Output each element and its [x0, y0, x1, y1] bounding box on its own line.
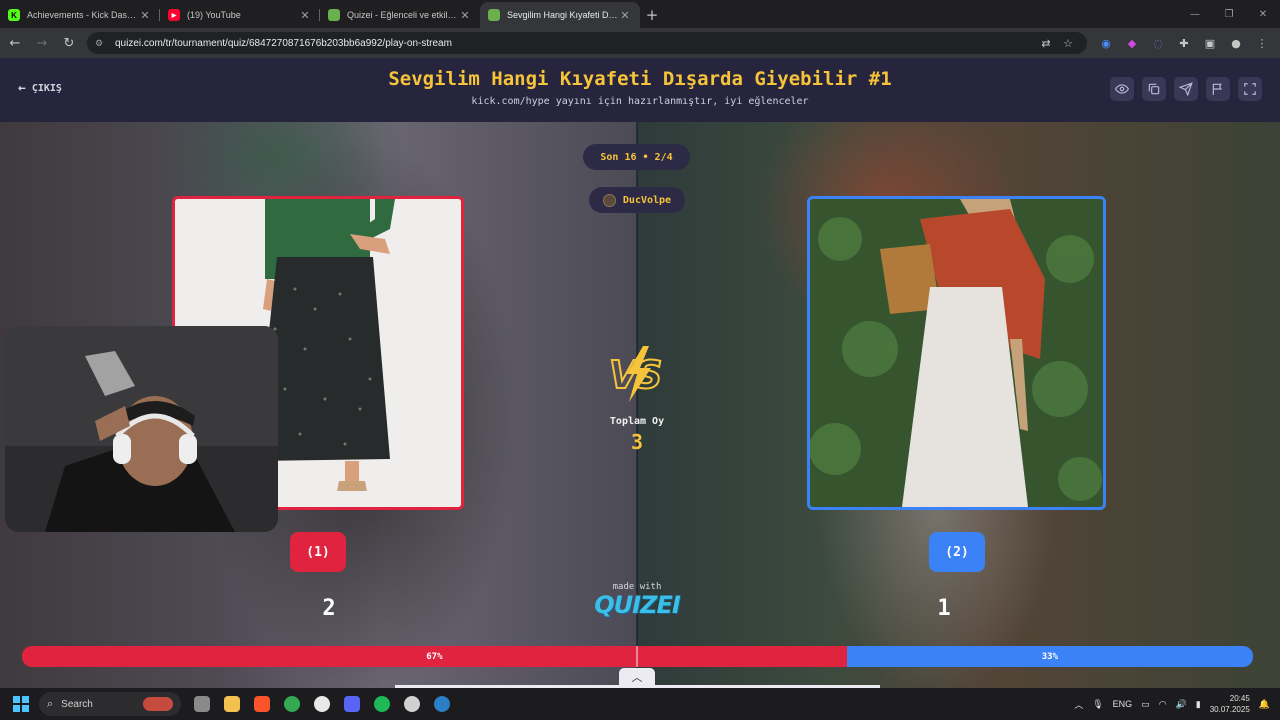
copy-icon[interactable]: [1142, 77, 1166, 101]
chrome-icon[interactable]: [279, 691, 305, 717]
taskbar-search[interactable]: ⌕ Search: [39, 692, 181, 716]
total-votes-value: 3: [630, 430, 644, 454]
windows-start-icon[interactable]: [13, 696, 29, 712]
network-icon[interactable]: ▭: [1141, 699, 1150, 710]
new-tab-button[interactable]: +: [640, 2, 664, 28]
extension-icon[interactable]: ◉: [1093, 31, 1119, 55]
close-tab-icon[interactable]: ✕: [458, 9, 472, 22]
notification-icon[interactable]: 🔔: [1259, 699, 1270, 710]
task-view-icon[interactable]: [189, 691, 215, 717]
youtube-icon: ▶: [168, 9, 180, 21]
quiz-title: Sevgilim Hangi Kıyafeti Dışarda Giyebili…: [388, 68, 892, 90]
share-send-icon[interactable]: [1174, 77, 1198, 101]
extension-icon[interactable]: ◌: [1145, 31, 1171, 55]
url-text: quizei.com/tr/tournament/quiz/6847270871…: [115, 37, 452, 49]
windows-taskbar: ⌕ Search ︿ 🎙 ENG ▭ ◠ 🔊 ▮ 20:45 30.07.202…: [0, 688, 1280, 720]
side-panel-icon[interactable]: ▣: [1197, 31, 1223, 55]
close-window-icon[interactable]: ✕: [1246, 0, 1280, 28]
bookmark-star-icon[interactable]: ☆: [1057, 37, 1079, 50]
browser-tab[interactable]: Quizei - Eğlenceli ve etkileşimli ✕: [320, 2, 480, 28]
streaming-app-icon[interactable]: [399, 691, 425, 717]
quizei-icon: [328, 9, 340, 21]
spotify-icon[interactable]: [369, 691, 395, 717]
browser-tab[interactable]: ▶ (19) YouTube ✕: [160, 2, 320, 28]
close-tab-icon[interactable]: ✕: [618, 9, 632, 22]
header-tools: [1110, 77, 1262, 101]
tab-title: Achievements - Kick Dashboard: [27, 10, 138, 20]
close-tab-icon[interactable]: ✕: [138, 9, 152, 22]
kick-icon: K: [8, 9, 20, 21]
tab-title: Sevgilim Hangi Kıyafeti Dışarda: [507, 10, 618, 20]
option-2-progress: 33%: [846, 646, 1253, 667]
option-1-vote-count: 2: [322, 596, 336, 621]
microphone-icon[interactable]: 🎙: [1092, 699, 1103, 710]
profile-avatar[interactable]: ●: [1223, 31, 1249, 55]
reload-icon[interactable]: ↻: [57, 31, 81, 55]
file-explorer-icon[interactable]: [219, 691, 245, 717]
quizei-icon: [488, 9, 500, 21]
option-1-progress: 67%: [22, 646, 847, 667]
system-tray: ︿ 🎙 ENG ▭ ◠ 🔊 ▮ 20:45 30.07.2025 🔔: [1074, 693, 1270, 715]
flag-icon[interactable]: [1206, 77, 1230, 101]
taskbar-search-label: Search: [61, 698, 93, 710]
vote-option-1-button[interactable]: (1): [290, 532, 346, 572]
total-votes-label: Toplam Oy: [609, 416, 665, 427]
browser-tab-active[interactable]: Sevgilim Hangi Kıyafeti Dışarda ✕: [480, 2, 640, 28]
site-info-icon[interactable]: ⚙: [95, 38, 109, 49]
option-2-image[interactable]: [807, 196, 1106, 510]
volume-icon[interactable]: 🔊: [1176, 699, 1187, 710]
date: 30.07.2025: [1209, 705, 1250, 714]
avatar: [602, 193, 616, 207]
extension-icon[interactable]: ◆: [1119, 31, 1145, 55]
address-bar[interactable]: ⚙ quizei.com/tr/tournament/quiz/68472708…: [87, 32, 1087, 54]
steam-icon[interactable]: [429, 691, 455, 717]
browser-tab-strip: K Achievements - Kick Dashboard ✕ ▶ (19)…: [0, 0, 1280, 28]
brave-icon[interactable]: [249, 691, 275, 717]
translate-icon[interactable]: ⇄: [1035, 37, 1057, 50]
window-controls: — ❐ ✕: [1178, 0, 1280, 28]
taskbar-apps: [189, 691, 455, 717]
tab-title: Quizei - Eğlenceli ve etkileşimli: [347, 10, 458, 20]
webcam-overlay: [5, 326, 278, 532]
extensions-puzzle-icon[interactable]: ✚: [1171, 31, 1197, 55]
chevron-up-icon[interactable]: ︿: [1074, 698, 1083, 711]
quizei-logo[interactable]: QUIZEI: [587, 591, 687, 619]
tab-title: (19) YouTube: [187, 10, 241, 20]
quiz-subtitle: kick.com/hype yayını için hazırlanmıştır…: [471, 96, 809, 107]
quiz-page: ← ÇIKIŞ Sevgilim Hangi Kıyafeti Dışarda …: [0, 58, 1280, 688]
username: DucVolpe: [622, 194, 672, 206]
chevron-up-icon[interactable]: ︿: [619, 668, 655, 686]
back-icon[interactable]: ←: [3, 31, 27, 55]
option-2-vote-count: 1: [937, 596, 951, 621]
wifi-icon[interactable]: ◠: [1159, 699, 1167, 710]
language-indicator[interactable]: ENG: [1113, 699, 1133, 709]
time: 20:45: [1229, 694, 1250, 703]
browser-tab[interactable]: K Achievements - Kick Dashboard ✕: [0, 2, 160, 28]
current-user-badge: DucVolpe: [589, 187, 685, 213]
minimize-icon[interactable]: —: [1178, 0, 1212, 28]
quiz-header: ← ÇIKIŞ Sevgilim Hangi Kıyafeti Dışarda …: [0, 58, 1280, 122]
eye-icon[interactable]: [1110, 77, 1134, 101]
round-indicator: Son 16 • 2/4: [583, 144, 690, 170]
maximize-icon[interactable]: ❐: [1212, 0, 1246, 28]
search-highlight-image: [143, 697, 173, 711]
vote-progress-bar: 67% 33%: [22, 646, 1253, 667]
forward-icon[interactable]: →: [30, 31, 54, 55]
clock[interactable]: 20:45 30.07.2025: [1210, 693, 1250, 715]
midpoint-marker: [636, 646, 638, 667]
vote-option-2-button[interactable]: (2): [929, 532, 985, 572]
extensions-area: ◉ ◆ ◌ ✚ ▣ ● ⋮: [1093, 31, 1275, 55]
obs-icon[interactable]: [309, 691, 335, 717]
discord-icon[interactable]: [339, 691, 365, 717]
search-icon: ⌕: [47, 697, 54, 710]
fullscreen-icon[interactable]: [1238, 77, 1262, 101]
battery-icon[interactable]: ▮: [1196, 699, 1201, 710]
menu-kebab-icon[interactable]: ⋮: [1249, 31, 1275, 55]
close-tab-icon[interactable]: ✕: [298, 9, 312, 22]
browser-toolbar: ← → ↻ ⚙ quizei.com/tr/tournament/quiz/68…: [0, 28, 1280, 58]
vs-lightning-icon: V S: [605, 344, 671, 404]
